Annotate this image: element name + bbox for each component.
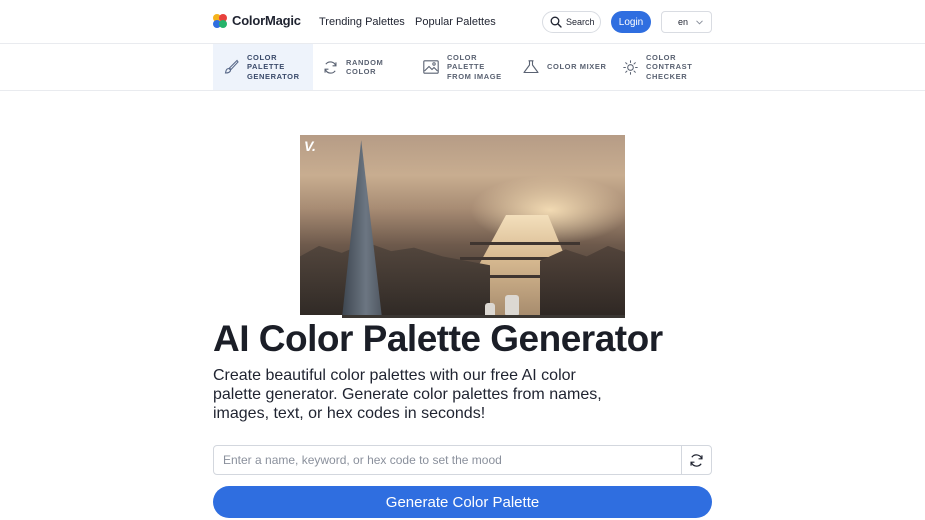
generate-palette-button[interactable]: Generate Color Palette: [213, 486, 712, 518]
hero-video[interactable]: V.: [300, 135, 625, 318]
tool-color-mixer[interactable]: COLOR MIXER: [513, 44, 613, 90]
tool-label-line: COLOR: [646, 52, 677, 62]
video-bridge: [470, 242, 580, 245]
image-icon: [423, 60, 439, 74]
page-title: AI Color Palette Generator: [213, 318, 663, 359]
tool-color-palette-generator[interactable]: COLOR PALETTE GENERATOR: [213, 44, 313, 90]
refresh-icon: [324, 60, 337, 74]
brush-icon: [224, 59, 239, 74]
tool-label-line: COLOR: [346, 67, 377, 76]
search-button[interactable]: Search: [542, 11, 601, 33]
brand-name: ColorMagic: [232, 13, 301, 28]
tool-label-line: CONTRAST: [646, 62, 693, 72]
nav-trending-palettes[interactable]: Trending Palettes: [319, 16, 405, 28]
tool-label-line: COLOR: [447, 52, 478, 62]
search-icon: [550, 16, 562, 28]
refresh-icon: [690, 453, 703, 467]
vimeo-logo-icon[interactable]: V.: [304, 138, 316, 154]
logo-icon: [213, 13, 227, 28]
tool-label-line: COLOR MIXER: [547, 62, 607, 72]
random-prompt-button[interactable]: [681, 446, 711, 474]
top-header: ColorMagic Trending Palettes Popular Pal…: [0, 0, 925, 44]
login-button[interactable]: Login: [611, 11, 651, 33]
language-value: en: [677, 17, 688, 27]
prompt-input[interactable]: [214, 446, 683, 474]
tools-bar: COLOR PALETTE GENERATOR RANDOM COLOR COL…: [0, 44, 925, 91]
sun-icon: [623, 59, 638, 75]
tool-random-color[interactable]: RANDOM COLOR: [313, 44, 413, 90]
tool-label-line: FROM IMAGE: [447, 71, 502, 81]
language-select[interactable]: en: [661, 11, 712, 33]
tool-color-contrast-checker[interactable]: COLOR CONTRAST CHECKER: [613, 44, 713, 90]
search-label: Search: [566, 17, 595, 27]
tool-color-palette-from-image[interactable]: COLOR PALETTE FROM IMAGE: [413, 44, 513, 90]
brand-logo[interactable]: ColorMagic: [213, 13, 301, 28]
tool-label-line: GENERATOR: [247, 71, 300, 81]
video-skyline: [300, 242, 490, 318]
tool-label-line: PALETTE: [247, 62, 285, 72]
chevron-down-icon: [696, 19, 703, 25]
video-tower: [342, 140, 382, 318]
video-boat: [505, 295, 519, 315]
page-subtitle: Create beautiful color palettes with our…: [213, 367, 602, 422]
tool-label-line: COLOR: [247, 52, 278, 62]
tool-label-line: PALETTE: [447, 62, 485, 72]
flask-icon: [523, 60, 539, 74]
prompt-input-group: [213, 445, 712, 475]
tool-label-line: CHECKER: [646, 71, 688, 81]
nav-popular-palettes[interactable]: Popular Palettes: [415, 16, 496, 28]
tool-label-line: RANDOM: [346, 57, 384, 67]
